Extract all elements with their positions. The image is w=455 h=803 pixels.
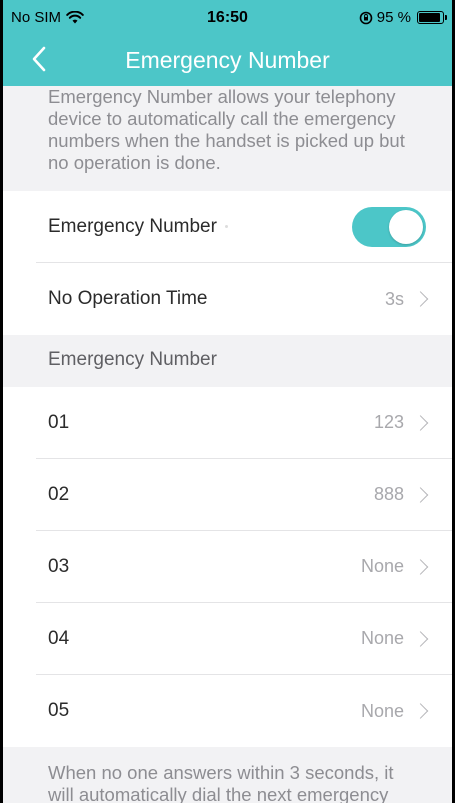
toggle-knob [389, 209, 423, 244]
chevron-right-icon [412, 703, 429, 719]
section-header: Emergency Number [48, 349, 217, 370]
emergency-number-row-05[interactable]: 05 None [36, 675, 452, 747]
list-item-value: 123 [373, 412, 404, 432]
status-right: 95 % [359, 9, 447, 26]
orientation-lock-icon [359, 11, 373, 24]
battery-icon [417, 11, 447, 24]
chevron-right-icon [412, 291, 429, 307]
footer-note: When no one answers within 3 seconds, it… [48, 762, 394, 803]
chevron-right-icon [412, 630, 429, 647]
page-title: Emergency Number [125, 47, 330, 73]
no-operation-time-row[interactable]: No Operation Time 3s [36, 263, 452, 335]
emergency-number-row-01[interactable]: 01 123 [36, 387, 452, 459]
emergency-number-row-04[interactable]: 04 None [36, 603, 452, 675]
list-item-value: None [360, 700, 404, 721]
nav-bar: Emergency Number [3, 34, 452, 86]
emergency-number-row-03[interactable]: 03 None [36, 531, 452, 603]
list-item-index: 01 [48, 411, 70, 433]
chevron-right-icon [412, 558, 429, 575]
emergency-number-toggle-label: Emergency Number [48, 215, 217, 237]
emergency-number-toggle[interactable] [352, 206, 426, 247]
chevron-right-icon [412, 414, 429, 431]
no-operation-time-label: No Operation Time [48, 288, 208, 309]
battery-percent: 95 % [376, 9, 411, 26]
list-item-value: 888 [373, 484, 404, 504]
divider-dot [224, 225, 228, 228]
list-item-value: None [360, 628, 404, 648]
header: No SIM 16:50 95 % Emergency Number [3, 0, 452, 86]
list-item-index: 04 [48, 627, 70, 649]
settings-section: Emergency Number No Operation Time 3s [3, 191, 452, 335]
no-operation-time-value: 3s [384, 288, 404, 309]
status-bar: No SIM 16:50 95 % [3, 0, 452, 34]
emergency-number-row-02[interactable]: 02 888 [36, 459, 452, 531]
description-text: Emergency Number allows your telephony d… [48, 86, 405, 173]
list-item-index: 02 [48, 483, 70, 505]
list-item-index: 05 [48, 700, 70, 721]
list-item-value: None [360, 556, 404, 576]
app-frame: No SIM 16:50 95 % Emergency Number Emerg… [0, 0, 455, 803]
emergency-number-toggle-row: Emergency Number [36, 191, 452, 263]
list-item-index: 03 [48, 555, 70, 577]
emergency-numbers-list: 01 123 02 888 03 None 04 None 05 None [3, 387, 452, 747]
chevron-right-icon [412, 486, 429, 503]
